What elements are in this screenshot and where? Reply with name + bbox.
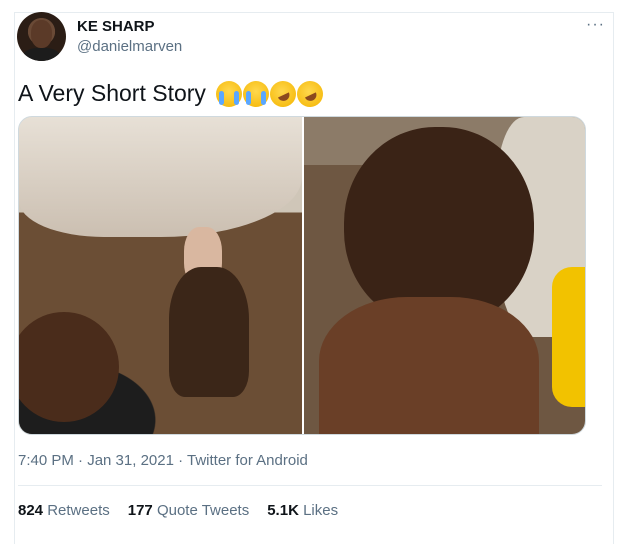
hand-shape	[169, 267, 249, 397]
retweets-label: Retweets	[47, 502, 110, 519]
media-image-right[interactable]	[304, 117, 585, 434]
rolling-on-floor-laughing-icon	[265, 76, 301, 111]
retweets-count: 824	[18, 502, 44, 519]
tweet-timestamp[interactable]: 7:40 PM · Jan 31, 2021 · Twitter for And…	[18, 452, 308, 469]
rolling-on-floor-laughing-icon	[292, 76, 328, 111]
tweet-text-content: A Very Short Story	[18, 80, 206, 106]
retweets-stat[interactable]: 824 Retweets	[18, 502, 110, 519]
loudly-crying-face-icon	[215, 80, 242, 107]
likes-stat[interactable]: 5.1K Likes	[267, 502, 338, 519]
author-handle[interactable]: @danielmarven	[77, 38, 182, 55]
boy-body-shape	[319, 297, 539, 434]
avatar[interactable]	[17, 12, 66, 61]
tweet-media[interactable]	[18, 116, 586, 435]
cow-udder-shape	[19, 117, 302, 237]
child-yellow-shirt-shape	[552, 267, 585, 407]
author-name[interactable]: KE SHARP	[77, 18, 155, 35]
quotes-label: Quote Tweets	[156, 502, 250, 519]
child-head-shape	[19, 312, 119, 422]
avatar-shirt	[23, 48, 60, 61]
likes-label: Likes	[303, 502, 339, 519]
emoji-row	[215, 76, 328, 111]
tweet-stats: 824 Retweets 177 Quote Tweets 5.1K Likes	[18, 502, 338, 519]
quote-tweets-stat[interactable]: 177 Quote Tweets	[128, 502, 249, 519]
quotes-count: 177	[127, 502, 153, 519]
loudly-crying-face-icon	[242, 80, 269, 107]
likes-count: 5.1K	[267, 502, 299, 519]
tweet-text: A Very Short Story	[18, 76, 328, 111]
more-options-icon[interactable]: ···	[586, 16, 605, 34]
media-image-left[interactable]	[19, 117, 302, 434]
avatar-face	[31, 20, 52, 48]
divider	[18, 485, 602, 486]
